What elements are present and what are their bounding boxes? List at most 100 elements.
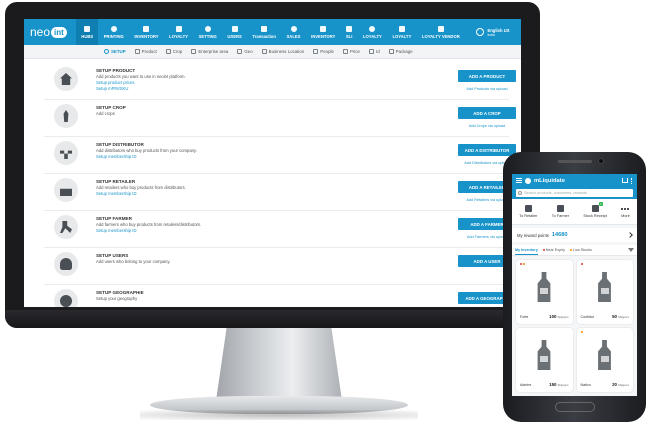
add-button[interactable]: ADD A DISTRIBUTOR [458,144,516,156]
setup-description: Add users who belong to your company. [96,259,171,264]
product-card[interactable]: Confidor 50Shippers [576,260,633,324]
add-button[interactable]: ADD A CROP [458,107,516,119]
nav-icon [84,25,91,32]
tab-icon [104,49,109,54]
nav-item-setting[interactable]: SETTING [193,19,222,45]
tab-setup[interactable]: SETUP [104,49,126,54]
filter-icon[interactable] [628,248,634,252]
product-card[interactable]: Nativo 20Shippers [576,328,633,392]
add-button[interactable]: ADD A PRODUCT [458,70,516,82]
action-label: To Farmer [551,214,569,218]
setup-link[interactable]: Setup product prices [96,80,396,85]
monitor-stand-neck [215,328,343,404]
setup-row: SETUP PRODUCT Add products you want to us… [44,63,516,100]
action-to-retailer[interactable]: To Retailer [519,205,537,218]
nav-item-inventory[interactable]: INVENTORY [306,19,341,45]
tab-label: Id [375,49,380,54]
setup-description: Add products you want to use in neoint p… [96,74,186,79]
neoint-logo[interactable]: neo int [24,19,76,45]
nav-icon [231,25,238,32]
nav-item-loyalty[interactable]: LOYALTY [164,19,193,45]
tab-enterprise-area[interactable]: Enterprise area [191,49,228,54]
setup-title: SETUP DISTRIBUTOR [96,142,144,147]
setup-link[interactable]: Setup membership ID [96,154,396,159]
more-icon [621,208,630,211]
search-input[interactable]: Search products, customers, rewards [516,189,633,197]
product-name: Nativo [580,383,591,387]
tab-label: Crop [172,49,183,54]
home-button[interactable] [555,402,595,412]
setup-description: Add farmers who buy products from retail… [96,222,202,227]
nav-item-label: SLI [345,33,353,39]
nav-item-loyalty[interactable]: LOYALTY [387,19,416,45]
reward-points-bar[interactable]: My reward points 14680 [512,228,637,242]
nav-item-label: INVENTORY [311,33,336,39]
retailer-icon [54,178,78,202]
tab-geo[interactable]: Geo [237,49,253,54]
setup-link[interactable]: Setup membership ID [96,191,396,196]
user-menu[interactable]: English US India [465,19,521,45]
tab-id[interactable]: Id [368,49,380,54]
bottle-icon [598,340,611,370]
nav-item-printing[interactable]: PRINTING [98,19,129,45]
tab-price[interactable]: Price [342,49,360,54]
setup-text: SETUP USERS Add users who belong to your … [96,253,396,264]
tab-icon [368,49,374,54]
tab-people[interactable]: People [313,49,334,54]
tab-near-expiry[interactable]: Near Expiry [542,245,565,255]
action-stock-receipt[interactable]: 3 Stock Receipt [583,202,607,218]
tab-package[interactable]: Package [388,49,413,54]
nav-item-users[interactable]: USERS [222,19,247,45]
monitor-stand-shadow [140,410,418,420]
nav-item-sales[interactable]: SALES [281,19,306,45]
setup-row: SETUP USERS Add users who belong to your … [44,248,516,285]
nav-item-label: PRINTING [103,33,124,39]
device-mockup-stage: neo int HUBS PRINTING INVENTORY LOYALTY SETT… [0,0,648,432]
user-region: India [487,32,495,37]
setup-description: Setup your geography [96,296,138,301]
status-dots [580,331,583,333]
action-to-farmer[interactable]: To Farmer [552,205,569,218]
product-name: Forte [520,315,529,319]
tab-icon [261,49,267,54]
hamburger-menu-icon[interactable] [516,178,522,183]
product-card[interactable]: Admire 150Shippers [516,328,573,392]
nav-item-sli[interactable]: SLI [341,19,358,45]
tab-label: Price [349,49,360,54]
product-quantity: 20Shippers [612,382,629,387]
upload-link[interactable]: Add Crops via upload [456,124,518,128]
product-icon-glyph [60,73,72,85]
nav-item-loyalty-vendor[interactable]: LOYALTY VENDOR [417,19,465,45]
overflow-menu-icon[interactable] [631,177,633,184]
nav-icon [437,25,444,32]
cart-icon[interactable] [622,178,628,183]
setup-link[interactable]: Setup mPIN/SKU [96,86,396,91]
product-unit: Shippers [557,383,569,387]
action-label: To Retailer [519,214,538,218]
search-placeholder: Search products, customers, rewards [524,191,587,195]
farmer-icon-glyph [60,221,72,233]
nav-item-hubs[interactable]: HUBS [76,19,99,45]
setup-row: SETUP FARMER Add farmers who buy products… [44,211,516,248]
reward-label: My reward points [517,232,549,238]
search-bar: Search products, customers, rewards [512,187,637,199]
tab-crop[interactable]: Crop [165,49,183,54]
tab-product[interactable]: Product [134,49,157,54]
nav-item-label: Transaction [252,33,276,39]
tab-business-location[interactable]: Business Location [261,49,304,54]
product-card[interactable]: Forte 100Shippers [516,260,573,324]
nav-icon [143,25,150,32]
monitor-bezel [5,310,540,328]
action-more[interactable]: More [621,205,630,218]
upload-link[interactable]: Add Products via upload [456,87,518,91]
nav-item-loyalty[interactable]: LOYALTY [358,19,387,45]
nav-item-transaction[interactable]: Transaction [247,19,281,45]
setup-link[interactable]: Setup membership ID [96,228,396,233]
tab-low-stocks[interactable]: Low Stocks [570,245,592,255]
setup-sub-tabs: SETUP Product Crop Enterprise area Geo Busine… [24,45,521,59]
nav-icon [346,25,353,32]
status-dot [580,263,583,265]
nav-icon [261,25,268,32]
tab-my-inventory[interactable]: My Inventory [515,245,538,255]
nav-item-inventory[interactable]: INVENTORY [129,19,164,45]
